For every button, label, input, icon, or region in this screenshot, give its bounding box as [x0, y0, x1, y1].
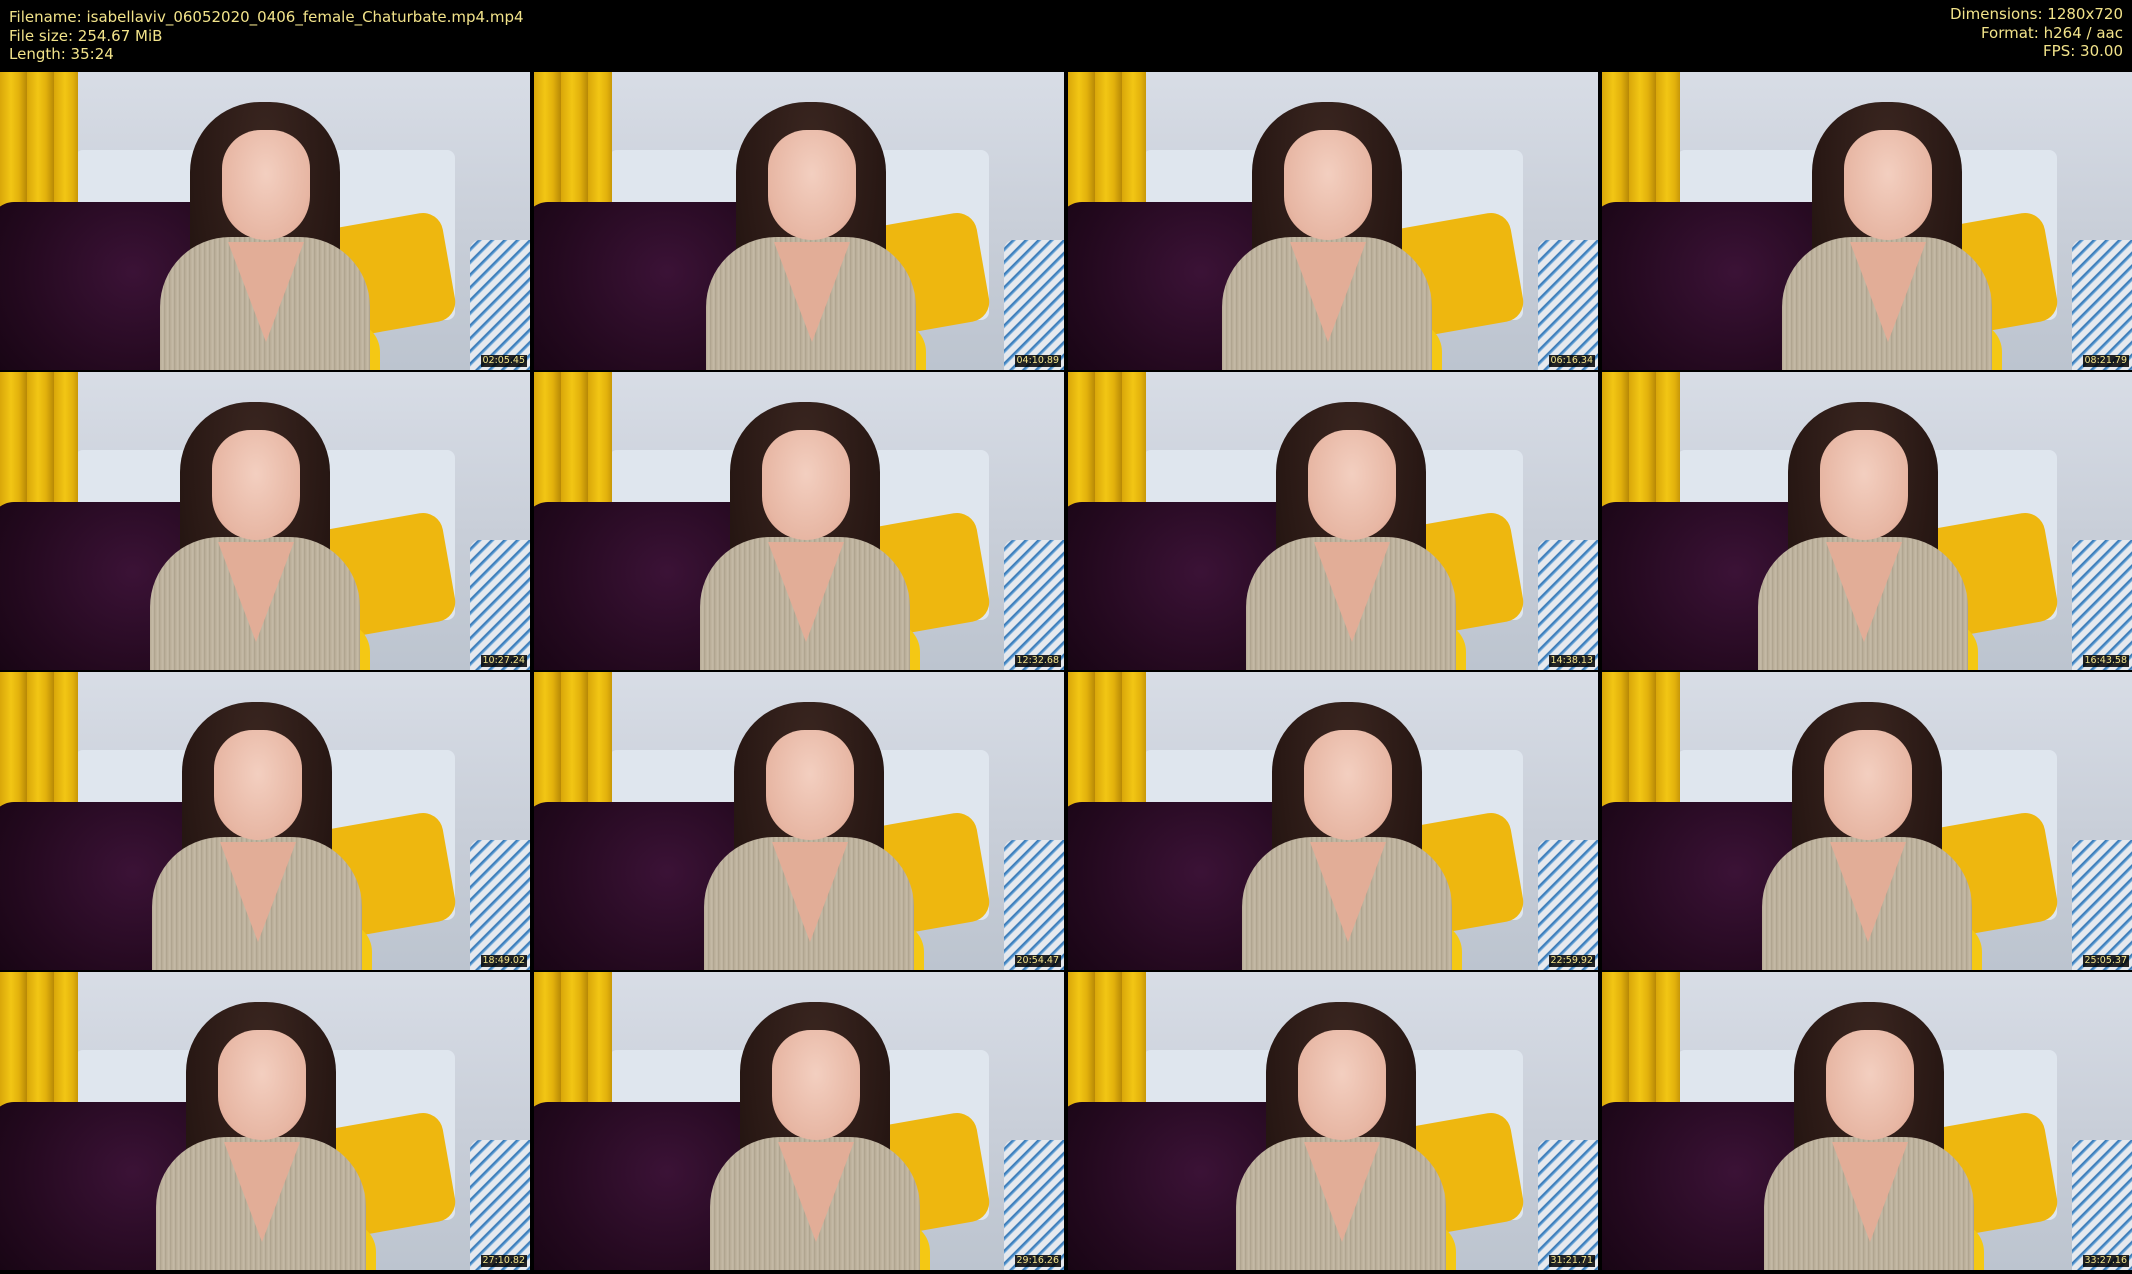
- frame-timestamp: 02:05.45: [480, 355, 527, 367]
- frame-image: [0, 972, 530, 1270]
- video-frame-thumbnail: 27:10.82: [0, 972, 530, 1270]
- person-face: [762, 430, 850, 540]
- patterned-pillow: [1538, 840, 1598, 970]
- video-frame-thumbnail: 12:32.68: [534, 372, 1064, 670]
- person-face: [212, 430, 300, 540]
- person-face: [218, 1030, 306, 1140]
- format-text: Format: h264 / aac: [1980, 23, 2123, 42]
- frame-image: [0, 372, 530, 670]
- dimensions-text: Dimensions: 1280x720: [1949, 5, 2123, 23]
- person-face: [1298, 1030, 1386, 1140]
- length-text: Length: 35:24: [9, 45, 114, 63]
- patterned-pillow: [1538, 1140, 1598, 1270]
- frame-timestamp: 29:16.26: [1014, 1255, 1061, 1267]
- person-face: [768, 130, 856, 240]
- patterned-pillow: [470, 240, 530, 370]
- frame-timestamp: 06:16.34: [1548, 355, 1595, 367]
- video-frame-thumbnail: 33:27.16: [1602, 972, 2132, 1270]
- frame-image: [534, 672, 1064, 970]
- frame-image: [1602, 672, 2132, 970]
- patterned-pillow: [1538, 240, 1598, 370]
- video-frame-thumbnail: 02:05.45: [0, 72, 530, 370]
- contact-sheet-header: Filename: isabellaviv_06052020_0406_fema…: [0, 0, 2132, 72]
- file-size-text: File size: 254.67 MiB: [9, 26, 163, 45]
- frame-timestamp: 20:54.47: [1014, 955, 1061, 967]
- video-frame-thumbnail: 16:43.58: [1602, 372, 2132, 670]
- video-frame-thumbnail: 25:05.37: [1602, 672, 2132, 970]
- patterned-pillow: [2072, 840, 2132, 970]
- video-frame-thumbnail: 31:21.71: [1068, 972, 1598, 1270]
- person-face: [214, 730, 302, 840]
- filename-text: Filename: isabellaviv_06052020_0406_fema…: [9, 8, 524, 26]
- fps-text: FPS: 30.00: [2043, 42, 2123, 60]
- frame-timestamp: 18:49.02: [480, 955, 527, 967]
- frame-timestamp: 10:27.24: [480, 655, 527, 667]
- frame-timestamp: 16:43.58: [2082, 655, 2129, 667]
- frame-image: [1068, 672, 1598, 970]
- frame-image: [1602, 72, 2132, 370]
- video-frame-thumbnail: 06:16.34: [1068, 72, 1598, 370]
- video-frame-thumbnail: 22:59.92: [1068, 672, 1598, 970]
- patterned-pillow: [470, 1140, 530, 1270]
- person-face: [766, 730, 854, 840]
- person-face: [1308, 430, 1396, 540]
- thumbnail-grid: 02:05.45 04:10.89 06:16.34 08:21.79 10:27.24…: [0, 72, 2132, 1274]
- person-face: [1826, 1030, 1914, 1140]
- frame-image: [1068, 972, 1598, 1270]
- person-face: [1824, 730, 1912, 840]
- frame-image: [0, 672, 530, 970]
- frame-timestamp: 27:10.82: [480, 1255, 527, 1267]
- patterned-pillow: [2072, 1140, 2132, 1270]
- patterned-pillow: [470, 540, 530, 670]
- patterned-pillow: [1004, 240, 1064, 370]
- person-face: [1820, 430, 1908, 540]
- video-frame-thumbnail: 18:49.02: [0, 672, 530, 970]
- person-face: [1304, 730, 1392, 840]
- video-frame-thumbnail: 14:38.13: [1068, 372, 1598, 670]
- person-face: [222, 130, 310, 240]
- frame-image: [0, 72, 530, 370]
- video-frame-thumbnail: 08:21.79: [1602, 72, 2132, 370]
- frame-timestamp: 22:59.92: [1548, 955, 1595, 967]
- video-frame-thumbnail: 29:16.26: [534, 972, 1064, 1270]
- patterned-pillow: [470, 840, 530, 970]
- frame-timestamp: 08:21.79: [2082, 355, 2129, 367]
- video-frame-thumbnail: 20:54.47: [534, 672, 1064, 970]
- person-face: [1284, 130, 1372, 240]
- frame-image: [534, 72, 1064, 370]
- patterned-pillow: [1004, 540, 1064, 670]
- video-frame-thumbnail: 04:10.89: [534, 72, 1064, 370]
- video-frame-thumbnail: 10:27.24: [0, 372, 530, 670]
- patterned-pillow: [1004, 840, 1064, 970]
- frame-timestamp: 14:38.13: [1548, 655, 1595, 667]
- frame-timestamp: 31:21.71: [1548, 1255, 1595, 1267]
- frame-image: [1602, 372, 2132, 670]
- patterned-pillow: [1538, 540, 1598, 670]
- frame-timestamp: 12:32.68: [1014, 655, 1061, 667]
- frame-image: [534, 372, 1064, 670]
- patterned-pillow: [1004, 1140, 1064, 1270]
- frame-image: [1068, 72, 1598, 370]
- frame-image: [534, 972, 1064, 1270]
- frame-image: [1068, 372, 1598, 670]
- frame-timestamp: 33:27.16: [2082, 1255, 2129, 1267]
- person-face: [1844, 130, 1932, 240]
- patterned-pillow: [2072, 540, 2132, 670]
- frame-timestamp: 04:10.89: [1014, 355, 1061, 367]
- frame-image: [1602, 972, 2132, 1270]
- person-face: [772, 1030, 860, 1140]
- frame-timestamp: 25:05.37: [2082, 955, 2129, 967]
- file-metadata-right: Dimensions: 1280x720 Format: h264 / aac …: [1950, 5, 2123, 61]
- file-metadata-left: Filename: isabellaviv_06052020_0406_fema…: [9, 8, 524, 64]
- patterned-pillow: [2072, 240, 2132, 370]
